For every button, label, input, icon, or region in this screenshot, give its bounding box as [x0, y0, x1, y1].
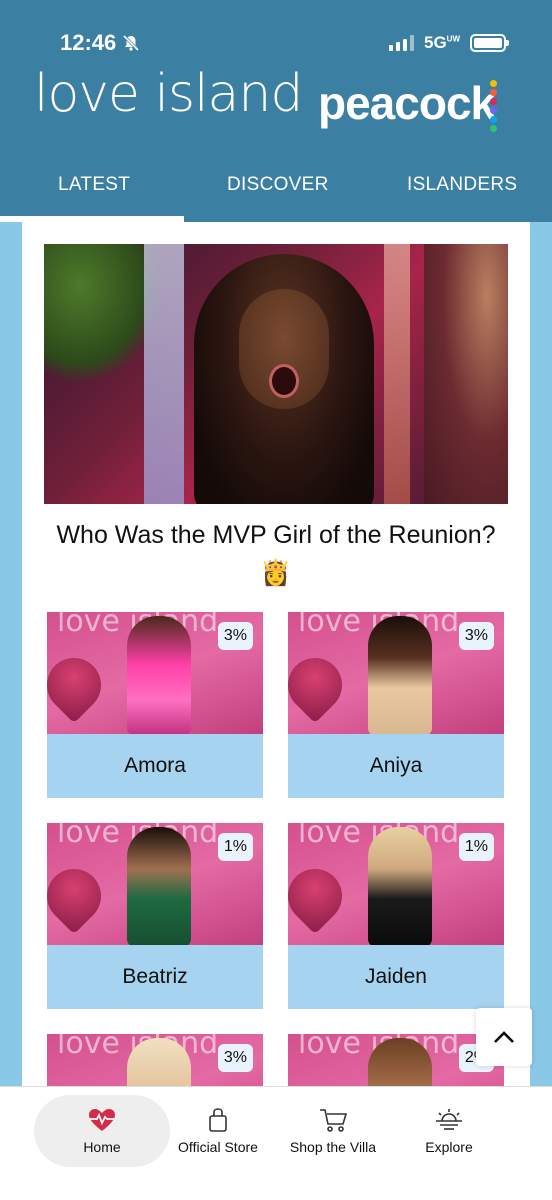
candidate-card[interactable]: love island 1% Jaiden: [288, 823, 504, 1009]
signal-icon: [388, 35, 414, 51]
app-header: 12:46 5GUW love island peacock LATEST DI…: [0, 0, 552, 222]
tab-latest[interactable]: LATEST: [58, 174, 130, 196]
status-indicators: 5GUW: [388, 33, 509, 53]
content-panel: Who Was the MVP Girl of the Reunion? 👸 l…: [22, 222, 530, 1092]
love-island-logo: love island: [34, 64, 303, 124]
heartbeat-icon: [89, 1109, 115, 1131]
peacock-logo: peacock: [318, 77, 496, 129]
tab-bar: LATEST DISCOVER ISLANDERS: [0, 160, 552, 210]
scroll-to-top-button[interactable]: [476, 1008, 532, 1066]
status-time: 12:46: [60, 30, 140, 56]
vote-percent-badge: 1%: [217, 833, 253, 861]
hero-image[interactable]: [44, 244, 508, 504]
chevron-up-icon: [494, 1031, 514, 1043]
candidate-name: Jaiden: [288, 945, 504, 1009]
candidate-card[interactable]: love island 3% Aniya: [288, 612, 504, 798]
vote-percent-badge: 3%: [217, 622, 253, 650]
candidate-card[interactable]: love island 3%: [47, 1034, 263, 1092]
battery-icon: [470, 34, 509, 52]
sunset-icon: [436, 1109, 462, 1130]
candidate-name: Aniya: [288, 734, 504, 798]
bottom-nav: Home Official Store Shop the Villa Explo…: [0, 1086, 552, 1200]
candidate-card[interactable]: love island 1% Beatriz: [47, 823, 263, 1009]
vote-percent-badge: 3%: [458, 622, 494, 650]
tab-islanders[interactable]: ISLANDERS: [407, 174, 517, 196]
shopping-cart-icon: [320, 1109, 348, 1132]
candidate-name: Beatriz: [47, 945, 263, 1009]
tab-discover[interactable]: DISCOVER: [227, 174, 329, 196]
poll-title: Who Was the MVP Girl of the Reunion? 👸: [56, 521, 496, 587]
bell-muted-icon: [123, 34, 140, 52]
peacock-dots-icon: [490, 80, 497, 132]
nav-explore[interactable]: Explore: [381, 1095, 517, 1167]
vote-percent-badge: 1%: [458, 833, 494, 861]
candidate-name: Amora: [47, 734, 263, 798]
candidate-card[interactable]: love island 3% Amora: [47, 612, 263, 798]
candidate-card[interactable]: love island 2%: [288, 1034, 504, 1092]
vote-percent-badge: 3%: [217, 1044, 253, 1072]
nav-label: Explore: [425, 1139, 473, 1155]
shopping-bag-icon: [209, 1108, 227, 1132]
network-label: 5GUW: [423, 33, 460, 52]
